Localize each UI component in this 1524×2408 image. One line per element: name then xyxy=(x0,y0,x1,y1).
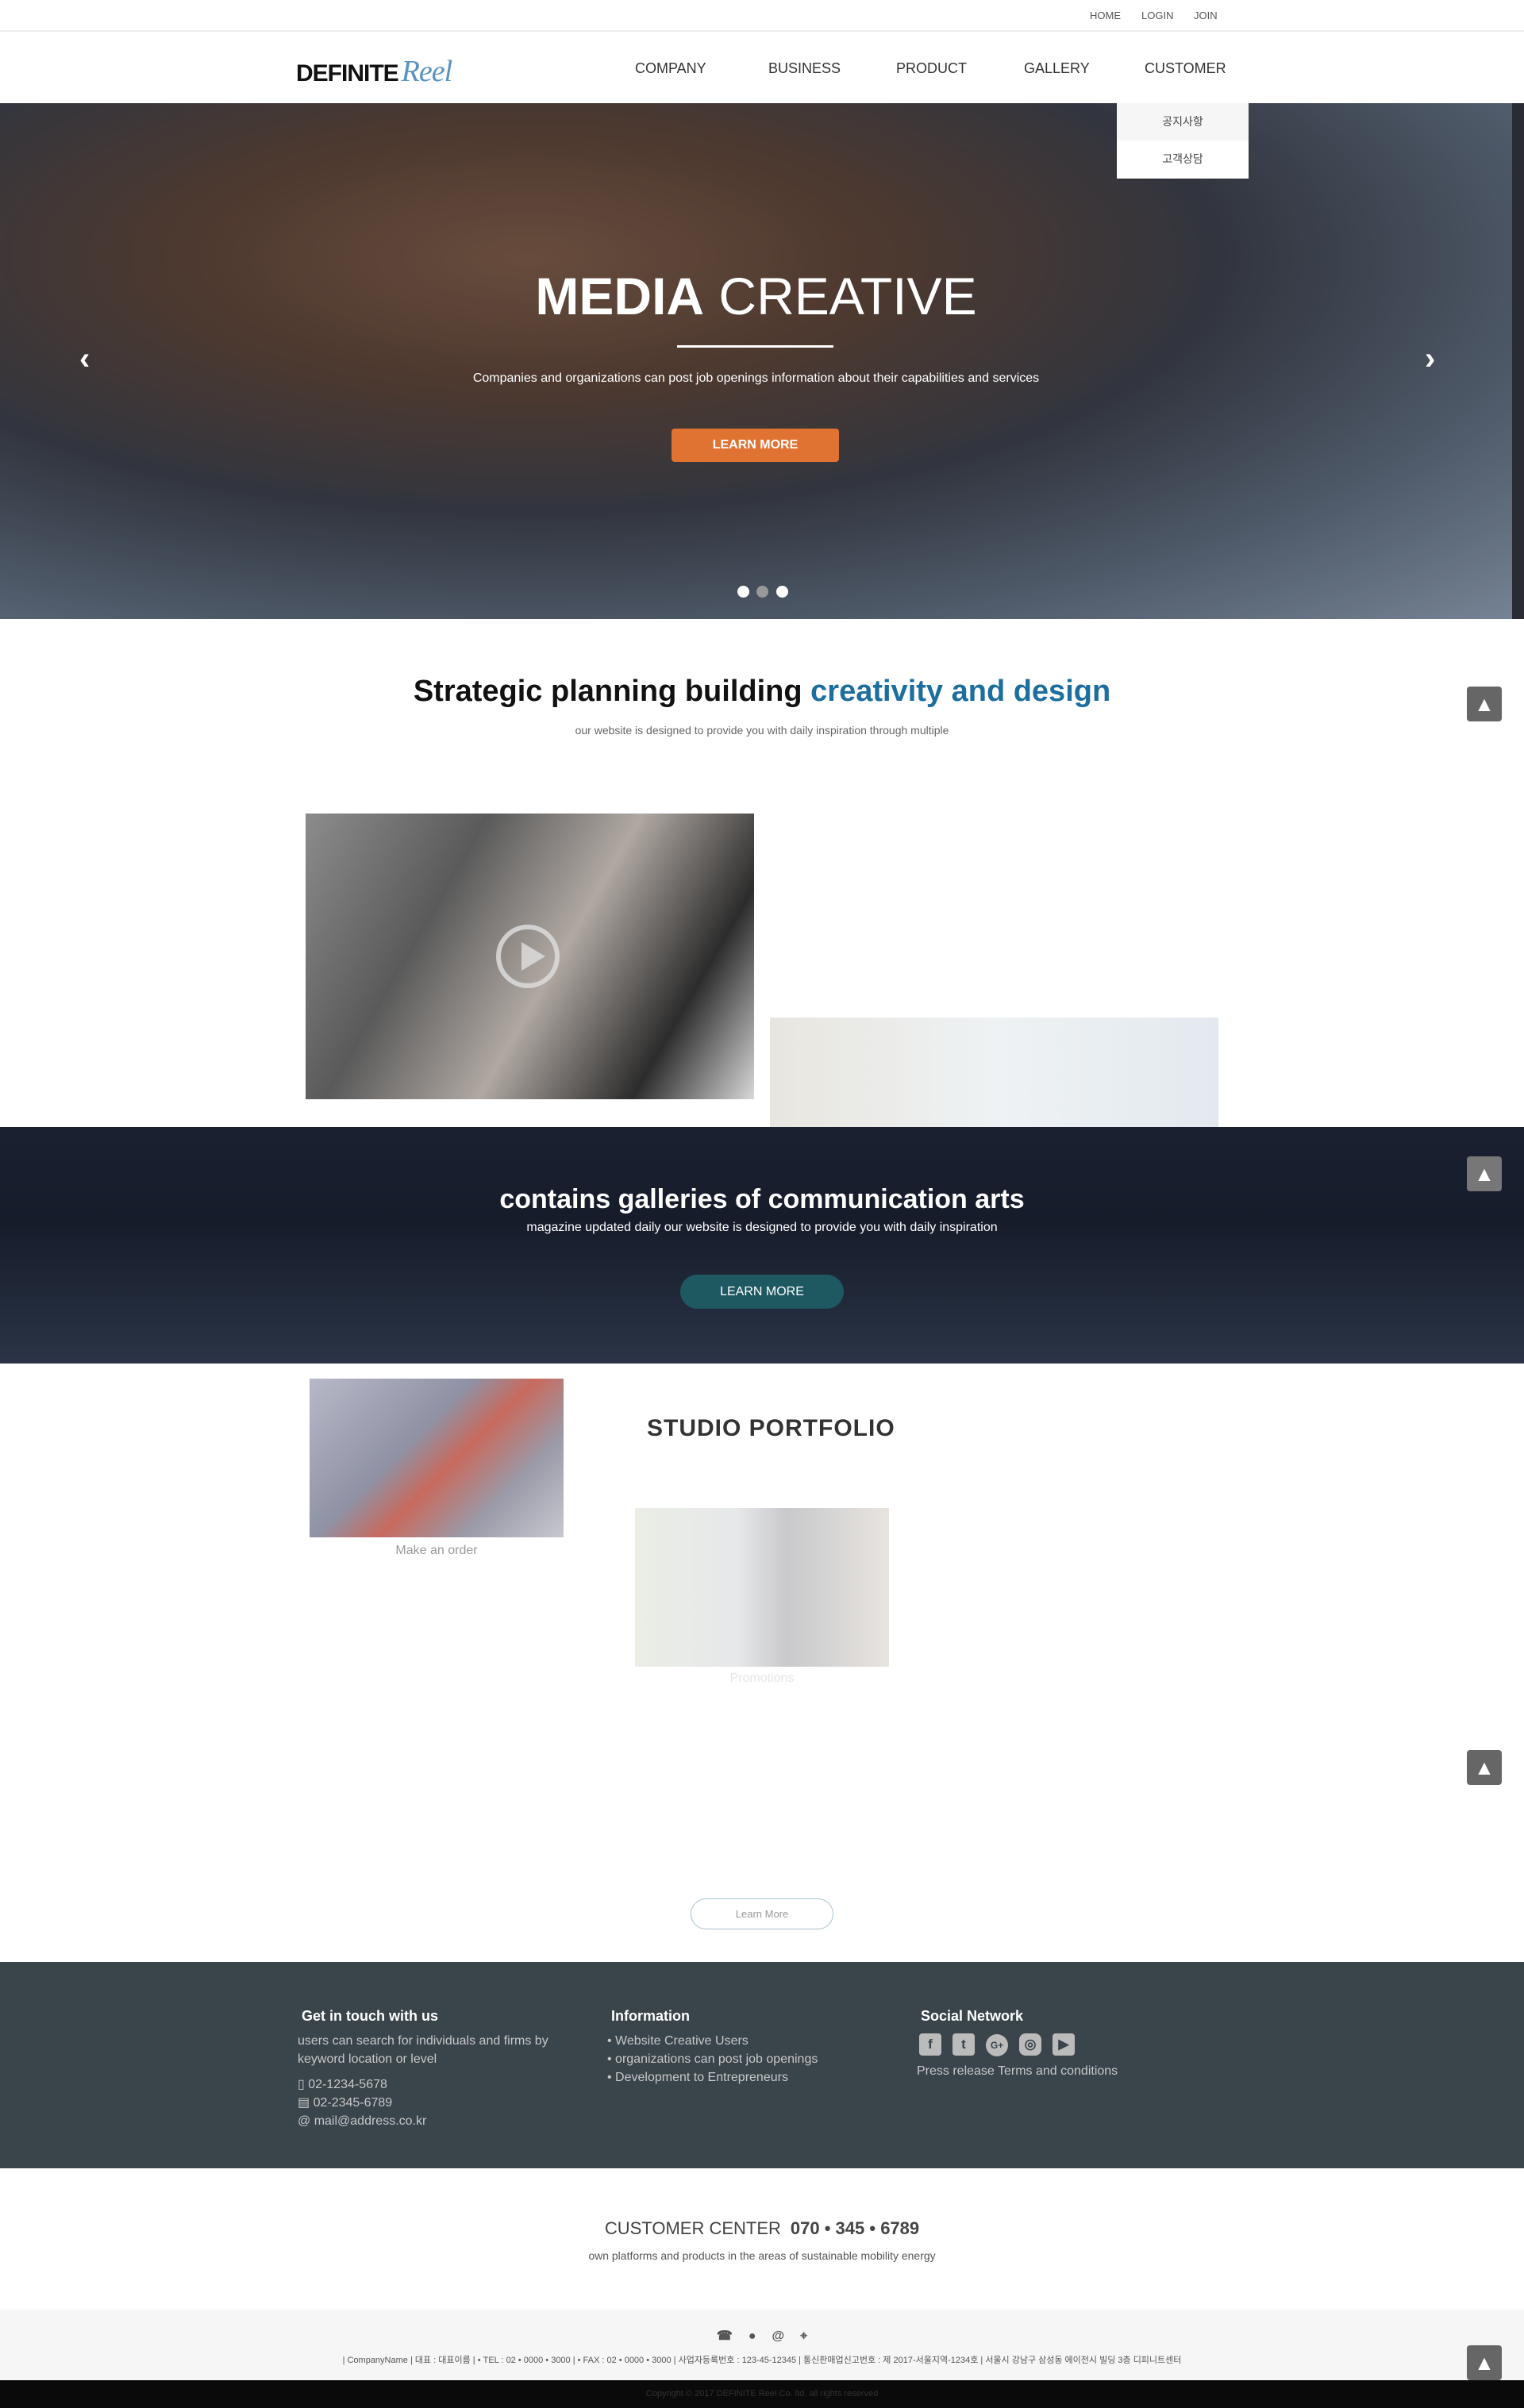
phone-icon[interactable]: ☎ xyxy=(717,2328,733,2344)
scroll-top-button[interactable]: ▲ xyxy=(1467,2345,1502,2380)
next-arrow-icon[interactable]: › xyxy=(1425,341,1435,377)
footer-phone: ▯ 02-1234-5678 xyxy=(298,2078,387,2091)
youtube-icon[interactable]: ▶ xyxy=(1053,2033,1075,2056)
join-link[interactable]: JOIN xyxy=(1194,10,1218,21)
nav-business[interactable]: BUSINESS xyxy=(768,60,841,77)
map-icon[interactable]: ⌖ xyxy=(800,2329,807,2344)
sms-icon[interactable]: ● xyxy=(749,2329,756,2344)
portfolio-caption: Make an order xyxy=(395,1544,478,1557)
hero-subtitle: Companies and organizations can post job… xyxy=(472,371,1040,385)
footer-info-item[interactable]: • Development to Entrepreneurs xyxy=(607,2068,788,2087)
footer-contact-text: users can search for individuals and fir… xyxy=(298,2034,548,2066)
play-icon[interactable] xyxy=(496,925,560,988)
customer-dropdown: 공지사항 고객상담 xyxy=(1117,103,1249,179)
dropdown-item-consult[interactable]: 고객상담 xyxy=(1117,140,1249,178)
band-title: contains galleries of communication arts xyxy=(499,1184,1025,1214)
customer-center-subtitle: own platforms and products in the areas … xyxy=(588,2249,936,2262)
top-bar: HOME LOGIN JOIN xyxy=(0,0,1524,32)
hero-divider xyxy=(677,345,833,348)
portfolio-title: STUDIO PORTFOLIO xyxy=(647,1415,895,1441)
band-subtitle: magazine updated daily our website is de… xyxy=(526,1221,998,1234)
footer-social-title: Social Network xyxy=(921,2008,1024,2024)
contact-icons: ☎ ● @ ⌖ xyxy=(0,2328,1524,2344)
social-icons: f t G+ ◎ ▶ xyxy=(919,2033,1086,2056)
scroll-top-button[interactable]: ▲ xyxy=(1467,687,1502,721)
company-info: | CompanyName | 대표 : 대표이름 | • TEL : 02 •… xyxy=(342,2356,1182,2365)
dropdown-item-notice[interactable]: 공지사항 xyxy=(1117,103,1249,140)
at-icon[interactable]: @ xyxy=(772,2329,784,2344)
portfolio-caption: Promotions xyxy=(729,1671,795,1685)
faded-image xyxy=(770,1017,1218,1127)
instagram-icon[interactable]: ◎ xyxy=(1019,2033,1041,2056)
portfolio-image-order[interactable] xyxy=(310,1379,564,1537)
at-icon: @ xyxy=(298,2114,314,2128)
hero-slider: MEDIA CREATIVE Companies and organizatio… xyxy=(0,103,1512,619)
twitter-icon[interactable]: t xyxy=(952,2033,975,2056)
prev-arrow-icon[interactable]: ‹ xyxy=(79,341,90,377)
home-link[interactable]: HOME xyxy=(1090,10,1121,21)
scroll-top-button[interactable]: ▲ xyxy=(1467,1156,1502,1191)
footer-email[interactable]: @ mail@address.co.kr xyxy=(298,2112,426,2130)
copyright: Copyright © 2017 DEFINITE Reel Co. ltd. … xyxy=(645,2389,879,2398)
slide-dot-1[interactable] xyxy=(737,586,749,598)
gallery-band xyxy=(0,1127,1524,1364)
intro-subtitle: our website is designed to provide you w… xyxy=(575,724,949,737)
footer-contact-title: Get in touch with us xyxy=(302,2008,438,2024)
company-info-bar xyxy=(0,2310,1524,2380)
facebook-icon[interactable]: f xyxy=(919,2033,941,2056)
phone-icon: ▯ xyxy=(298,2078,309,2091)
main-nav xyxy=(0,32,1524,103)
footer-info-title: Information xyxy=(611,2008,690,2024)
logo-script: Reel xyxy=(401,55,453,88)
fax-icon: ▤ xyxy=(298,2096,314,2110)
nav-product[interactable]: PRODUCT xyxy=(896,60,967,77)
scroll-top-button[interactable]: ▲ xyxy=(1467,1750,1502,1785)
customer-center: CUSTOMER CENTER 070 • 345 • 6789 xyxy=(604,2218,920,2238)
google-plus-icon[interactable]: G+ xyxy=(986,2034,1008,2056)
footer-social-links[interactable]: Press release Terms and conditions xyxy=(917,2062,1118,2080)
logo-text: DEFINITE xyxy=(296,60,399,87)
slide-dot-3[interactable] xyxy=(776,586,788,598)
nav-gallery[interactable]: GALLERY xyxy=(1024,60,1090,77)
nav-company[interactable]: COMPANY xyxy=(635,60,706,77)
login-link[interactable]: LOGIN xyxy=(1141,10,1173,21)
band-learn-more-button[interactable]: LEARN MORE xyxy=(680,1275,844,1309)
footer-info-item[interactable]: • organizations can post job openings xyxy=(607,2050,818,2068)
hero-title: MEDIA CREATIVE xyxy=(535,267,977,325)
intro-title: Strategic planning building creativity a… xyxy=(413,675,1111,708)
portfolio-learn-more-button[interactable]: Learn More xyxy=(691,1898,833,1929)
slide-dot-2[interactable] xyxy=(756,586,768,598)
video-thumbnail[interactable] xyxy=(306,814,754,1099)
nav-customer[interactable]: CUSTOMER xyxy=(1145,60,1226,77)
scrollbar[interactable] xyxy=(1512,103,1524,619)
portfolio-image-promotions[interactable] xyxy=(635,1508,889,1667)
hero-learn-more-button[interactable]: LEARN MORE xyxy=(672,429,839,462)
footer-info-item[interactable]: • Website Creative Users xyxy=(607,2032,749,2050)
logo[interactable]: DEFINITE Reel xyxy=(296,54,452,89)
footer-fax: ▤ 02-2345-6789 xyxy=(298,2096,393,2110)
